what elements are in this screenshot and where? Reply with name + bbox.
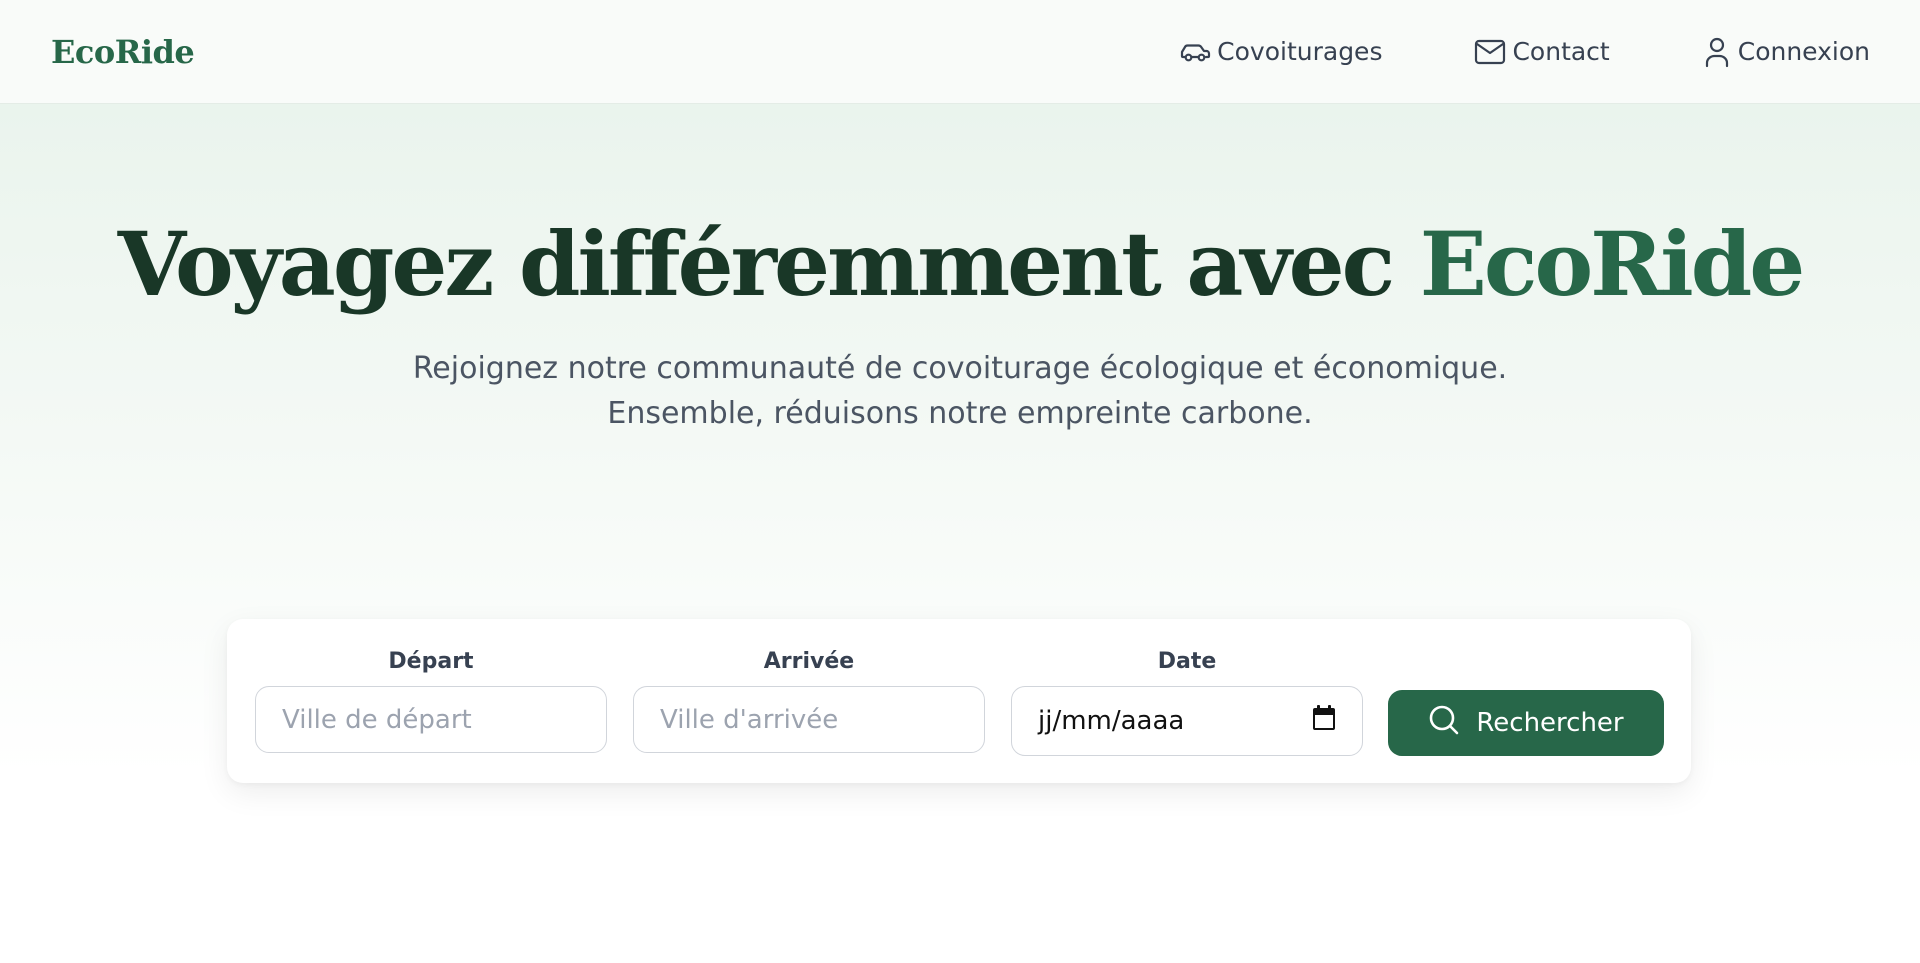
calendar-icon[interactable] xyxy=(1312,704,1336,738)
date-label: Date xyxy=(1157,649,1217,674)
nav-link-label: Covoiturages xyxy=(1217,37,1383,66)
brand-logo[interactable]: EcoRide xyxy=(51,33,195,71)
hero-title-accent: EcoRide xyxy=(1419,212,1805,316)
departure-input-box xyxy=(255,686,607,753)
car-icon xyxy=(1179,40,1211,64)
search-button-label: Rechercher xyxy=(1476,708,1624,738)
arrival-input-box xyxy=(633,686,985,753)
nav-link-connexion[interactable]: Connexion xyxy=(1702,36,1870,68)
user-icon xyxy=(1702,36,1732,68)
nav-link-label: Contact xyxy=(1512,37,1610,66)
date-field: Date jj/mm/aaaa xyxy=(1011,649,1363,756)
arrival-field: Arrivée xyxy=(633,649,985,753)
hero-subtitle: Rejoignez notre communauté de covoiturag… xyxy=(412,351,1508,431)
date-input[interactable]: jj/mm/aaaa xyxy=(1011,686,1363,756)
nav-link-contact[interactable]: Contact xyxy=(1474,37,1610,66)
nav-link-covoiturages[interactable]: Covoiturages xyxy=(1179,37,1382,66)
nav-link-label: Connexion xyxy=(1737,37,1870,66)
search-icon xyxy=(1428,704,1460,743)
hero-title: Voyagez différemment avec EcoRide xyxy=(0,204,1920,324)
arrival-label: Arrivée xyxy=(763,649,855,674)
departure-input[interactable] xyxy=(282,704,580,735)
hero-title-main: Voyagez différemment avec xyxy=(117,212,1420,316)
departure-label: Départ xyxy=(388,649,474,674)
search-button[interactable]: Rechercher xyxy=(1388,690,1664,756)
date-value: jj/mm/aaaa xyxy=(1038,706,1185,736)
arrival-input[interactable] xyxy=(660,704,958,735)
mail-icon xyxy=(1474,38,1506,66)
departure-field: Départ xyxy=(255,649,607,753)
navbar: EcoRide Covoiturages Contact Connexion xyxy=(0,0,1920,104)
search-form: Départ Arrivée Date jj/mm/aaaa xyxy=(227,619,1691,783)
nav-links: Covoiturages Contact Connexion xyxy=(1179,36,1870,68)
hero-section: Voyagez différemment avec EcoRide Rejoig… xyxy=(0,104,1920,783)
